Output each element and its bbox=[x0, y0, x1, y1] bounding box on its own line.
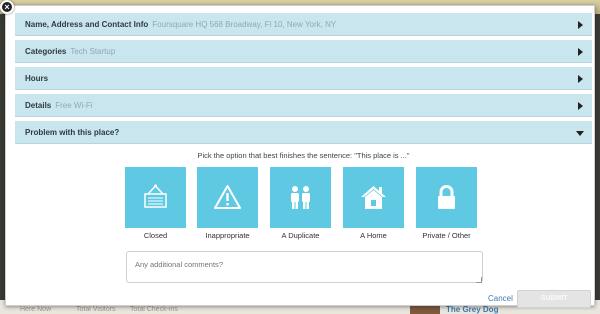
option-label: Closed bbox=[143, 231, 168, 240]
option-inappropriate[interactable]: Inappropriate bbox=[197, 167, 258, 240]
option-tile[interactable] bbox=[270, 167, 331, 228]
closed-sign-icon bbox=[144, 184, 167, 208]
resize-handle[interactable] bbox=[476, 277, 482, 283]
row-value: Free Wi-Fi bbox=[55, 101, 93, 110]
option-closed[interactable]: Closed bbox=[125, 167, 186, 240]
background-venue-link[interactable]: The Grey Dog bbox=[446, 305, 498, 314]
option-tile[interactable] bbox=[125, 167, 186, 228]
duplicate-people-icon bbox=[291, 186, 310, 209]
submit-button[interactable]: SUBMIT bbox=[517, 290, 591, 308]
option-tile[interactable] bbox=[197, 167, 258, 228]
row-value: Tech Startup bbox=[70, 47, 116, 56]
row-label: Details Free Wi-Fi bbox=[25, 101, 93, 110]
option-label: Inappropriate bbox=[205, 231, 250, 240]
chevron-right-icon bbox=[578, 75, 583, 83]
row-problem[interactable]: Problem with this place? bbox=[15, 121, 592, 144]
chevron-right-icon bbox=[578, 48, 583, 56]
problem-prompt: Pick the option that best finishes the s… bbox=[197, 151, 410, 160]
background-stat-label: Total Check-ins bbox=[130, 306, 178, 313]
background-thumbnail bbox=[410, 306, 440, 314]
option-duplicate[interactable]: A Duplicate bbox=[270, 167, 331, 240]
row-label: Problem with this place? bbox=[25, 128, 120, 137]
lock-icon bbox=[438, 185, 455, 209]
row-hours[interactable]: Hours bbox=[15, 67, 592, 90]
close-icon[interactable]: × bbox=[0, 0, 14, 14]
option-private-other[interactable]: Private / Other bbox=[416, 167, 477, 240]
row-categories[interactable]: Categories Tech Startup bbox=[15, 40, 592, 63]
warning-icon bbox=[214, 185, 241, 209]
chevron-down-icon bbox=[576, 131, 584, 136]
house-icon bbox=[361, 186, 386, 209]
row-name-address[interactable]: Name, Address and Contact Info Foursquare… bbox=[15, 13, 592, 36]
row-label: Hours bbox=[25, 74, 49, 83]
row-label: Categories Tech Startup bbox=[25, 47, 116, 56]
row-value: Foursquare HQ 568 Broadway, Fl 10, New Y… bbox=[152, 20, 337, 29]
chevron-right-icon bbox=[578, 21, 583, 29]
cancel-button[interactable]: Cancel bbox=[488, 294, 513, 303]
edit-venue-modal: Name, Address and Contact Info Foursquare… bbox=[5, 5, 595, 308]
option-label: A Duplicate bbox=[281, 231, 320, 240]
row-label: Name, Address and Contact Info Foursquare… bbox=[25, 20, 337, 29]
option-tile[interactable] bbox=[416, 167, 477, 228]
option-home[interactable]: A Home bbox=[343, 167, 404, 240]
background-stat-label: Here Now bbox=[20, 306, 52, 313]
option-label: A Home bbox=[360, 231, 387, 240]
comments-input[interactable] bbox=[126, 251, 483, 283]
option-label: Private / Other bbox=[422, 231, 471, 240]
chevron-right-icon bbox=[578, 102, 583, 110]
option-tile[interactable] bbox=[343, 167, 404, 228]
background-stat-label: Total Visitors bbox=[76, 306, 116, 313]
row-details[interactable]: Details Free Wi-Fi bbox=[15, 94, 592, 117]
